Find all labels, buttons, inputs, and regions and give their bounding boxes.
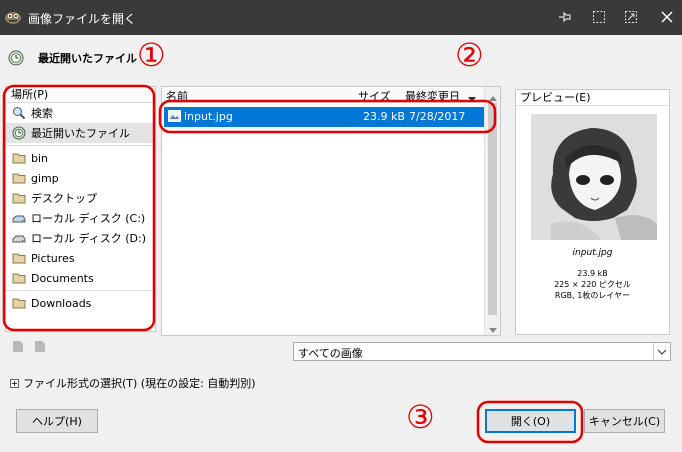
annotation-number-1: ①: [137, 36, 166, 74]
folder-icon: [12, 296, 26, 310]
folder-icon: [12, 251, 26, 265]
open-button-label: 開く(O): [510, 415, 551, 428]
title-bar: 画像ファイルを開く: [0, 0, 682, 35]
file-row[interactable]: input.jpg 23.9 kB 7/28/2017: [164, 107, 484, 127]
preview-header[interactable]: プレビュー(E): [516, 90, 669, 106]
place-label: 検索: [31, 107, 53, 120]
file-list-scrollbar[interactable]: [484, 87, 500, 335]
recent-icon: [8, 50, 24, 66]
preview-filename: input.jpg: [572, 248, 613, 258]
file-size: 23.9 kB: [363, 110, 405, 123]
filetype-label: ファイル形式の選択(T) (現在の設定: 自動判別): [23, 377, 256, 390]
folder-icon: [12, 191, 26, 205]
place-drive-d[interactable]: ローカル ディスク (D:): [6, 228, 155, 248]
place-recent[interactable]: 最近開いたファイル: [6, 123, 155, 143]
restore-icon[interactable]: [586, 4, 612, 30]
place-label: 最近開いたファイル: [31, 127, 130, 140]
help-button-label: ヘルプ(H): [32, 415, 82, 428]
places-panel: 場所(P) 検索 最近開いたファイル bin gimp デスクトップ ローカル …: [5, 86, 156, 332]
folder-icon: [12, 171, 26, 185]
place-desktop[interactable]: デスクトップ: [6, 188, 155, 208]
place-pictures[interactable]: Pictures: [6, 248, 155, 268]
column-modified[interactable]: 最終変更日: [405, 88, 460, 104]
open-button[interactable]: 開く(O): [485, 409, 576, 433]
place-bin[interactable]: bin: [6, 148, 155, 168]
remove-bookmark-icon[interactable]: [34, 340, 46, 353]
location-bar: 最近開いたファイル: [8, 48, 137, 68]
chevron-down-icon[interactable]: [653, 343, 670, 360]
place-label: bin: [31, 151, 49, 165]
place-downloads[interactable]: Downloads: [6, 293, 155, 313]
cancel-button[interactable]: キャンセル(C): [584, 409, 665, 433]
annotation-number-3: ③: [406, 398, 435, 436]
place-label: Documents: [31, 271, 94, 285]
place-search[interactable]: 検索: [6, 103, 155, 123]
file-list: 名前 サイズ 最終変更日 input.jpg 23.9 kB 7/28/2017: [161, 86, 501, 336]
place-label: Downloads: [31, 296, 92, 310]
preview-size: 23.9 kB: [577, 269, 608, 278]
place-label: gimp: [31, 171, 59, 185]
expand-icon: [10, 378, 19, 388]
drive-icon: [12, 211, 26, 225]
file-modified: 7/28/2017: [409, 110, 466, 123]
place-gimp[interactable]: gimp: [6, 168, 155, 188]
places-header[interactable]: 場所(P): [6, 87, 155, 103]
places-divider: [6, 290, 155, 291]
help-button[interactable]: ヘルプ(H): [16, 409, 98, 433]
column-name[interactable]: 名前: [166, 88, 188, 104]
sort-arrow-icon: [468, 92, 476, 105]
drive-icon: [12, 231, 26, 245]
place-label: Pictures: [31, 251, 75, 265]
pin-icon[interactable]: [552, 4, 578, 30]
preview-thumbnail: [531, 114, 657, 240]
search-icon: [12, 106, 26, 120]
location-label[interactable]: 最近開いたファイル: [38, 50, 137, 66]
preview-mode: RGB, 1枚のレイヤー: [554, 291, 631, 300]
file-filter-select[interactable]: すべての画像: [293, 342, 671, 361]
places-divider: [6, 145, 155, 146]
add-bookmark-icon[interactable]: [12, 340, 24, 353]
place-label: ローカル ディスク (C:): [31, 212, 146, 225]
file-filter-value: すべての画像: [298, 347, 363, 360]
filetype-expander[interactable]: ファイル形式の選択(T) (現在の設定: 自動判別): [10, 375, 256, 391]
annotation-number-2: ②: [455, 36, 484, 74]
column-size[interactable]: サイズ: [358, 88, 391, 104]
place-label: デスクトップ: [31, 192, 97, 205]
gimp-icon: [4, 9, 22, 25]
place-drive-c[interactable]: ローカル ディスク (C:): [6, 208, 155, 228]
folder-icon: [12, 151, 26, 165]
preview-dimensions: 225 × 220 ピクセル: [554, 280, 631, 289]
file-list-header: 名前 サイズ 最終変更日: [162, 87, 485, 103]
file-name: input.jpg: [184, 110, 233, 123]
folder-icon: [12, 271, 26, 285]
preview-panel: プレビュー(E) input.jpg 23.9 kB 225 × 220 ピクセ…: [515, 89, 670, 335]
places-actions: [12, 340, 46, 353]
window-title: 画像ファイルを開く: [28, 12, 137, 26]
cancel-button-label: キャンセル(C): [588, 415, 661, 428]
scroll-down-icon[interactable]: [489, 323, 497, 336]
maximize-icon[interactable]: [618, 4, 644, 30]
close-icon[interactable]: [654, 4, 680, 30]
scrollbar-thumb[interactable]: [488, 103, 497, 315]
place-label: ローカル ディスク (D:): [31, 232, 146, 245]
recent-icon: [12, 126, 26, 140]
image-file-icon: [168, 110, 181, 125]
place-documents[interactable]: Documents: [6, 268, 155, 288]
